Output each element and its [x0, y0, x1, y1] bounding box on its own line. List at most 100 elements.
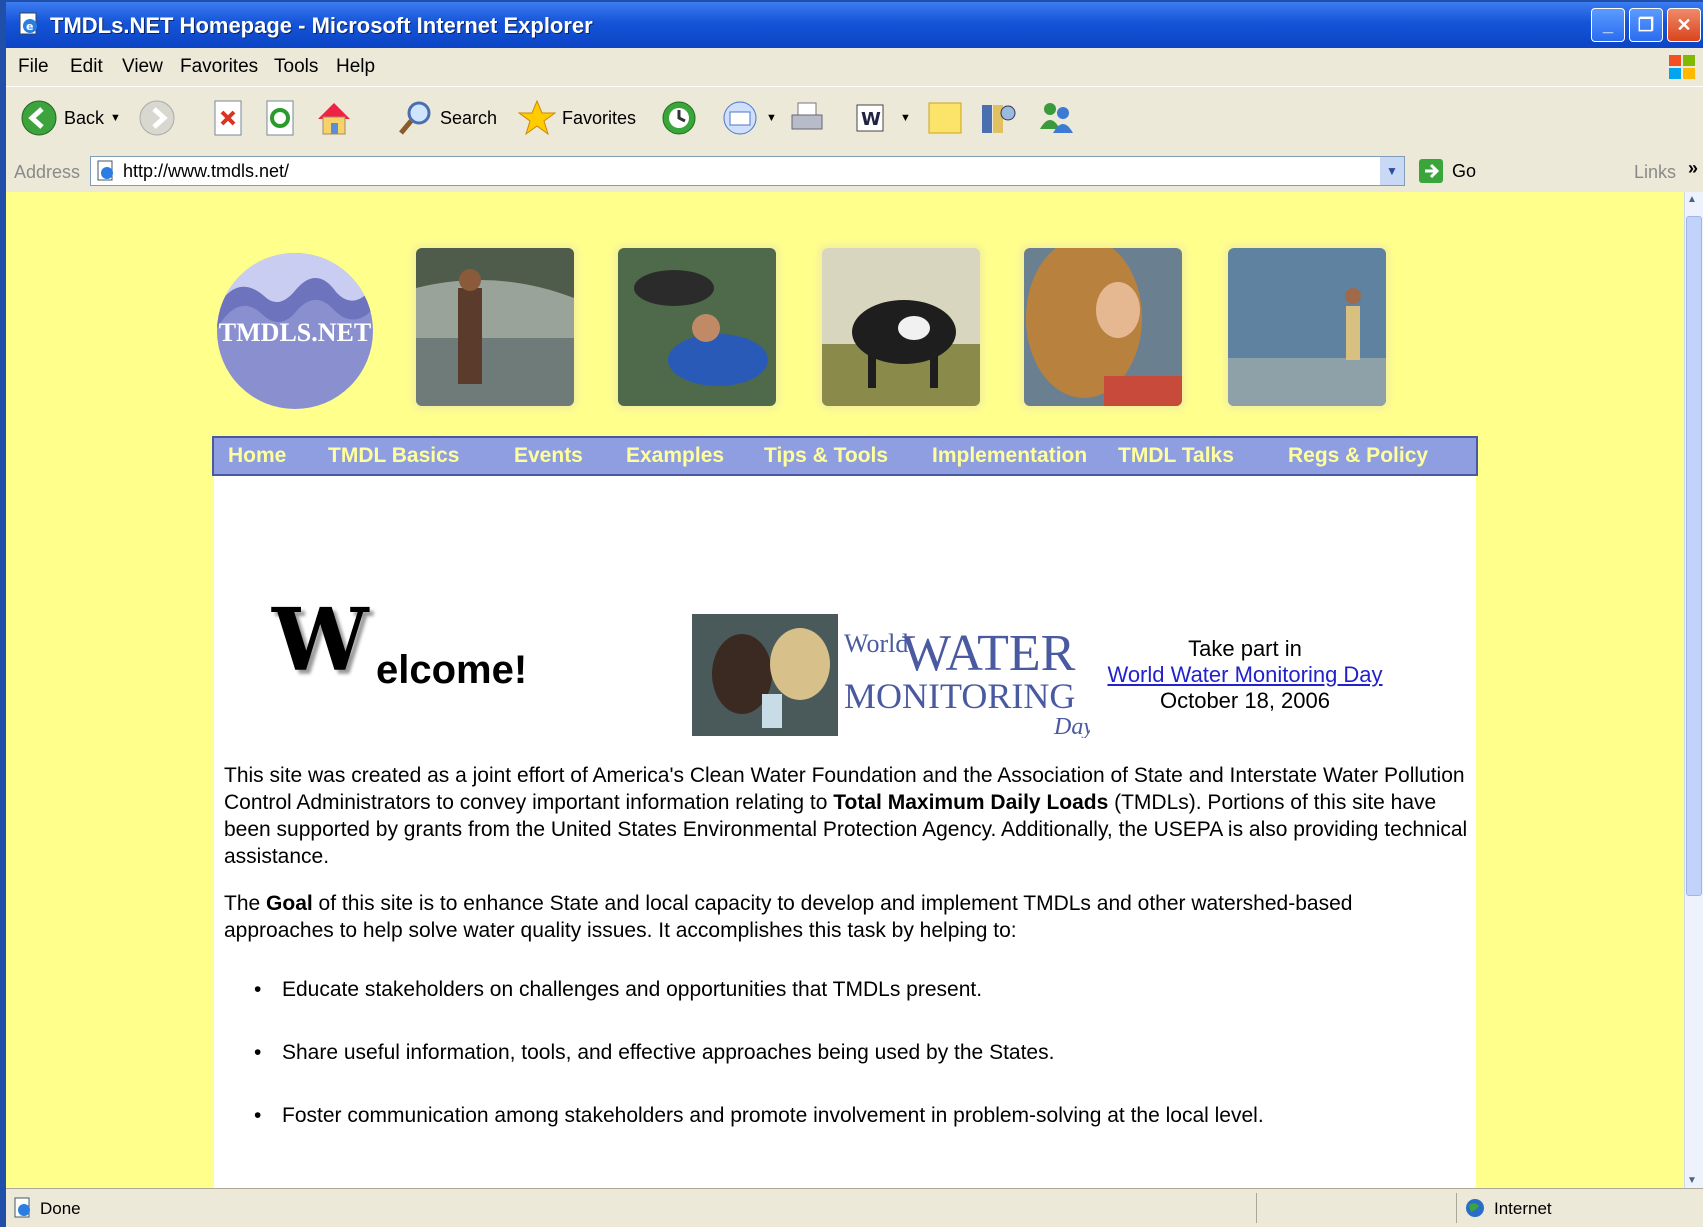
menu-favorites[interactable]: Favorites	[180, 56, 258, 78]
refresh-icon	[266, 100, 294, 136]
address-url: http://www.tmdls.net/	[123, 161, 290, 181]
forward-button[interactable]	[138, 99, 176, 137]
page-icon	[97, 160, 113, 181]
research-button[interactable]	[978, 99, 1018, 137]
restore-button[interactable]: ❐	[1629, 8, 1663, 42]
nav-regs-policy[interactable]: Regs & Policy	[1288, 444, 1428, 468]
scroll-down-icon[interactable]: ▼	[1687, 1175, 1697, 1186]
printer-icon	[791, 102, 823, 130]
search-icon	[399, 101, 431, 135]
address-input[interactable]: http://www.tmdls.net/ ▼	[90, 156, 1405, 186]
links-label[interactable]: Links	[1634, 162, 1676, 183]
close-button[interactable]: ✕	[1667, 8, 1701, 42]
menu-file[interactable]: File	[18, 56, 49, 78]
back-button[interactable]: Back ▼	[20, 99, 121, 137]
photo-fisherman	[416, 248, 574, 406]
tmdls-logo[interactable]: TMDLS.NET	[216, 252, 374, 410]
back-dropdown-icon[interactable]: ▼	[110, 112, 121, 124]
goal-text-pre: The	[224, 892, 267, 915]
go-arrow-icon	[1419, 159, 1443, 183]
mail-button[interactable]: ▼	[722, 99, 777, 137]
photo-cows	[822, 248, 980, 406]
links-chevron-icon[interactable]: »	[1688, 158, 1698, 179]
address-dropdown-icon[interactable]: ▼	[1380, 157, 1404, 185]
home-button[interactable]	[314, 99, 354, 137]
word-document-icon: W	[856, 104, 884, 132]
wwmd-callout: Take part in World Water Monitoring Day …	[1086, 636, 1404, 714]
search-button[interactable]: Search	[398, 99, 497, 137]
goal-text-post: of this site is to enhance State and loc…	[224, 892, 1353, 942]
research-books-icon	[982, 105, 1016, 133]
history-icon	[662, 101, 696, 135]
wwmd-logo-monitoring: MONITORING	[844, 676, 1075, 716]
stop-button[interactable]	[212, 99, 244, 137]
nav-home[interactable]: Home	[228, 444, 286, 468]
address-label: Address	[14, 162, 81, 182]
favorites-button[interactable]: Favorites	[518, 99, 636, 137]
nav-tmdl-talks[interactable]: TMDL Talks	[1118, 444, 1234, 468]
wwmd-logo-world: World	[844, 629, 908, 658]
refresh-button[interactable]	[264, 99, 296, 137]
bullet-text-3: Foster communication among stakeholders …	[282, 1104, 1264, 1127]
window-title: TMDLs.NET Homepage - Microsoft Internet …	[50, 13, 593, 38]
goal-paragraph: The Goal of this site is to enhance Stat…	[224, 890, 1468, 944]
nav-events[interactable]: Events	[514, 444, 583, 468]
nav-tmdl-basics[interactable]: TMDL Basics	[328, 444, 460, 468]
welcome-initial: W	[272, 590, 369, 691]
site-nav: Home TMDL Basics Events Examples Tips & …	[212, 436, 1478, 476]
favorites-label: Favorites	[562, 107, 637, 128]
star-icon	[518, 99, 556, 136]
wwmd-logo[interactable]: World WATER MONITORING Day	[842, 616, 1090, 738]
back-label: Back	[64, 107, 105, 128]
svg-text:e: e	[26, 20, 33, 33]
security-zone: Internet	[1494, 1199, 1552, 1218]
edit-dropdown-icon[interactable]: ▼	[900, 112, 911, 124]
globe-icon	[1466, 1199, 1484, 1217]
wwmd-logo-day: Day	[1053, 714, 1090, 738]
menu-view[interactable]: View	[122, 56, 163, 78]
menu-bar: File Edit View Favorites Tools Help	[6, 48, 1703, 86]
welcome-heading: elcome!	[376, 648, 528, 692]
mail-dropdown-icon[interactable]: ▼	[766, 112, 777, 124]
menu-edit[interactable]: Edit	[70, 56, 103, 78]
status-bar: Done Internet	[6, 1188, 1703, 1227]
vertical-scrollbar[interactable]: ▲ ▼	[1684, 192, 1703, 1188]
messenger-button[interactable]	[1036, 99, 1076, 137]
main-content: W elcome! World WATER MONITORING Day Tak…	[214, 476, 1476, 1188]
title-bar: e TMDLs.NET Homepage - Microsoft Interne…	[6, 2, 1703, 48]
discuss-button[interactable]	[926, 99, 964, 137]
goal-bold: Goal	[266, 892, 313, 915]
stop-icon	[214, 100, 242, 136]
photo-girl	[1024, 248, 1182, 406]
bullet-text-2: Share useful information, tools, and eff…	[282, 1041, 1055, 1064]
nav-tips-tools[interactable]: Tips & Tools	[764, 444, 888, 468]
wwmd-link[interactable]: World Water Monitoring Day	[1086, 662, 1404, 688]
nav-implementation[interactable]: Implementation	[932, 444, 1087, 468]
svg-text:W: W	[861, 109, 881, 130]
edit-button[interactable]: W ▼	[854, 99, 911, 137]
history-button[interactable]	[660, 99, 698, 137]
print-button[interactable]	[788, 99, 826, 137]
messenger-icon	[1040, 103, 1073, 133]
intro-paragraph: This site was created as a joint effort …	[224, 762, 1468, 870]
toolbar: Back ▼ Search Favorites ▼ W ▼	[6, 86, 1703, 152]
wwmd-logo-water: WATER	[902, 625, 1076, 682]
go-label: Go	[1452, 160, 1477, 181]
wwmd-photo[interactable]	[692, 614, 838, 736]
minimize-button[interactable]: _	[1591, 8, 1625, 42]
photo-tubers	[618, 248, 776, 406]
logo-text: TMDLS.NET	[219, 318, 371, 347]
note-icon	[928, 102, 962, 134]
back-arrow-icon	[21, 100, 57, 136]
scroll-up-icon[interactable]: ▲	[1687, 194, 1697, 205]
nav-examples[interactable]: Examples	[626, 444, 724, 468]
status-text: Done	[40, 1199, 81, 1218]
wwmd-line1: Take part in	[1188, 636, 1302, 661]
menu-tools[interactable]: Tools	[274, 56, 318, 78]
go-button[interactable]: Go	[1418, 158, 1476, 184]
scroll-thumb[interactable]	[1686, 216, 1702, 896]
mail-icon	[723, 101, 757, 135]
wwmd-date: October 18, 2006	[1159, 688, 1330, 713]
page-done-icon	[14, 1197, 30, 1218]
menu-help[interactable]: Help	[336, 56, 375, 78]
